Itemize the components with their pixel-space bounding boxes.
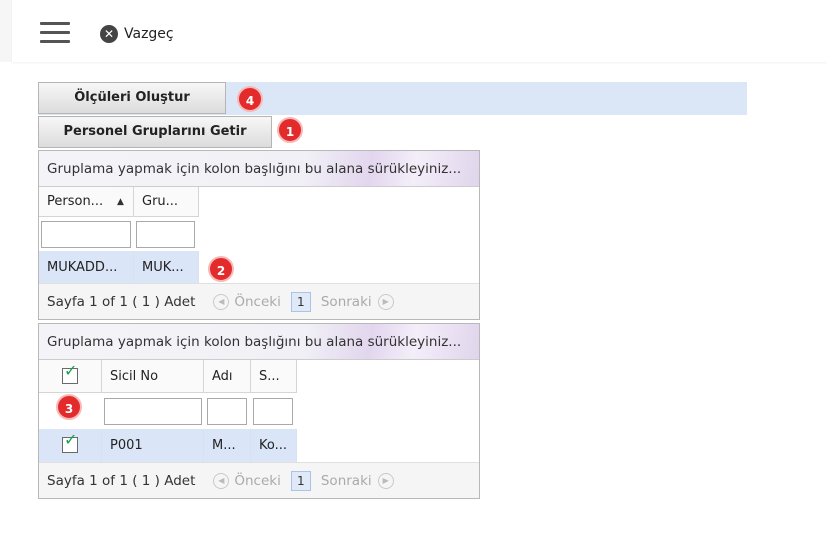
- pager: Sayfa 1 of 1 ( 1 ) Adet ◀ Önceki 1 Sonra…: [39, 462, 479, 498]
- table-row[interactable]: ✓ P001 M... Ko...: [39, 429, 297, 462]
- cancel-label: Vazgeç: [124, 26, 174, 42]
- next-page-button[interactable]: Sonraki: [321, 294, 372, 310]
- select-all-header[interactable]: ✓: [39, 360, 102, 393]
- column-header-name[interactable]: Adı: [204, 360, 251, 393]
- group-by-drop-area[interactable]: Gruplama yapmak için kolon başlığını bu …: [39, 324, 479, 360]
- table-cell: MUK...: [134, 251, 199, 284]
- filter-input-group[interactable]: [136, 221, 195, 248]
- pager: Sayfa 1 of 1 ( 1 ) Adet ◀ Önceki 1 Sonra…: [39, 283, 479, 319]
- step-badge-3: 3: [56, 394, 82, 420]
- cancel-button[interactable]: ✕ Vazgeç: [100, 24, 174, 44]
- column-header-personnel[interactable]: Person... ▲: [39, 187, 134, 217]
- check-icon: ✓: [64, 430, 78, 449]
- personnel-list-grid: Gruplama yapmak için kolon başlığını bu …: [38, 323, 480, 499]
- create-measures-button[interactable]: Ölçüleri Oluştur: [38, 82, 226, 114]
- table-cell: Ko...: [251, 429, 297, 462]
- filter-input-name[interactable]: [207, 398, 247, 425]
- table-cell: M...: [204, 429, 251, 462]
- previous-page-icon[interactable]: ◀: [213, 293, 230, 310]
- filter-input-surname[interactable]: [253, 398, 293, 425]
- previous-page-icon[interactable]: ◀: [213, 472, 230, 489]
- filter-row: [39, 217, 479, 251]
- next-page-icon[interactable]: ▶: [377, 293, 394, 310]
- pager-info: Sayfa 1 of 1 ( 1 ) Adet: [47, 293, 196, 310]
- step-badge-4: 4: [237, 86, 263, 112]
- page-number[interactable]: 1: [290, 470, 311, 491]
- select-all-checkbox[interactable]: ✓: [62, 363, 78, 384]
- hamburger-menu-icon[interactable]: [40, 22, 72, 46]
- header-row: Person... ▲ Gru...: [39, 187, 479, 217]
- top-bar: ✕ Vazgeç: [0, 0, 827, 62]
- filter-input-personnel[interactable]: [41, 221, 131, 248]
- column-header-surname[interactable]: S...: [251, 360, 297, 393]
- step-badge-1: 1: [277, 117, 303, 143]
- table-cell: MUKADD...: [39, 251, 134, 284]
- personnel-groups-grid: Gruplama yapmak için kolon başlığını bu …: [38, 150, 480, 320]
- column-header-label: Person...: [47, 194, 104, 209]
- table-row[interactable]: MUKADD... MUK...: [39, 251, 199, 284]
- table-cell: P001: [102, 429, 204, 462]
- previous-page-button[interactable]: Önceki: [234, 473, 280, 489]
- filter-row: [39, 393, 479, 429]
- previous-page-button[interactable]: Önceki: [234, 294, 280, 310]
- check-icon: ✓: [64, 361, 78, 380]
- close-icon: ✕: [100, 25, 118, 43]
- row-checkbox[interactable]: ✓: [62, 432, 78, 453]
- filter-input-registry-no[interactable]: [104, 398, 202, 425]
- page-number[interactable]: 1: [290, 291, 311, 312]
- column-header-registry-no[interactable]: Sicil No: [102, 360, 204, 393]
- row-select-cell[interactable]: ✓: [39, 429, 102, 462]
- column-header-group[interactable]: Gru...: [134, 187, 199, 217]
- pager-info: Sayfa 1 of 1 ( 1 ) Adet: [47, 472, 196, 489]
- header-row: ✓ Sicil No Adı S...: [39, 360, 479, 393]
- sort-ascending-icon: ▲: [117, 197, 124, 207]
- group-by-drop-area[interactable]: Gruplama yapmak için kolon başlığını bu …: [39, 151, 479, 187]
- next-page-icon[interactable]: ▶: [377, 472, 394, 489]
- next-page-button[interactable]: Sonraki: [321, 473, 372, 489]
- step-badge-2: 2: [208, 256, 234, 282]
- get-personnel-groups-button[interactable]: Personel Gruplarını Getir: [38, 116, 272, 148]
